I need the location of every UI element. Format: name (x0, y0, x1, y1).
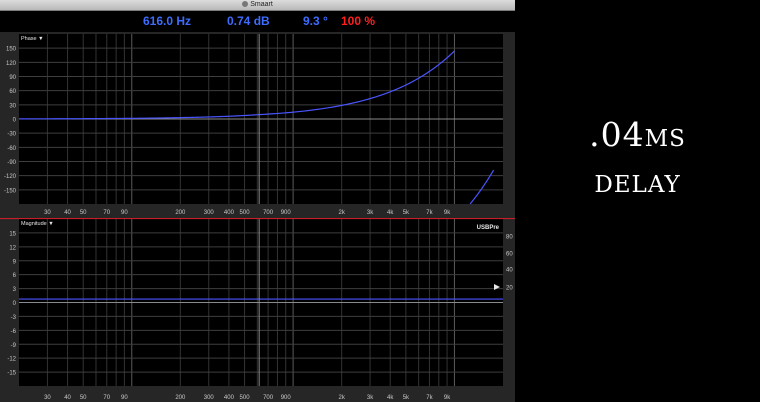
magnitude-x-tick-label: 30 (44, 395, 51, 401)
phase-x-tick-label: 30 (44, 210, 51, 216)
magnitude-x-tick-label: 300 (204, 395, 215, 401)
delay-caption: .04ms delay (515, 112, 760, 204)
magnitude-y-tick-label: 12 (9, 245, 16, 251)
phase-x-tick-label: 700 (263, 210, 274, 216)
phase-label: Phase ▼ (21, 36, 44, 42)
right-axis-tick-label: 20 (506, 286, 513, 292)
window-title: Smaart (250, 1, 273, 8)
magnitude-x-tick-label: 2k (338, 395, 345, 401)
window-title-wrap: Smaart (0, 0, 515, 10)
readout-frequency: 616.0 Hz (143, 14, 192, 28)
magnitude-y-tick-label: -6 (11, 329, 17, 335)
app-icon (242, 1, 249, 7)
magnitude-plot[interactable]: 15129630-3-6-9-12-1530 40 50 70 90 200 300 400 5… (0, 218, 515, 402)
smaart-window: Smaart 616.0 Hz 0.74 dB 9.3 ° 100 % 150 1… (0, 0, 515, 402)
delay-caption-label: delay (594, 161, 681, 200)
phase-x-tick-label: 7k (426, 210, 433, 216)
right-axis-tick-label: 80 (506, 235, 513, 241)
phase-x-tick-label: 70 (103, 210, 110, 216)
magnitude-y-tick-label: 15 (9, 231, 16, 237)
magnitude-x-tick-label: 4k (387, 395, 394, 401)
magnitude-x-tick-label: 900 (281, 395, 292, 401)
magnitude-y-tick-label: -9 (11, 343, 17, 349)
magnitude-x-tick-label: 400 (224, 395, 235, 401)
phase-y-tick-label: 30 (9, 103, 16, 109)
magnitude-x-tick-label: 3k (367, 395, 374, 401)
caption-panel: .04ms delay (515, 0, 760, 402)
magnitude-x-tick-label: 7k (426, 395, 433, 401)
phase-x-tick-label: 200 (175, 210, 186, 216)
magnitude-x-tick-label: 40 (64, 395, 71, 401)
phase-y-tick-label: -60 (7, 146, 16, 152)
title-bar: Smaart (0, 0, 515, 11)
phase-x-tick-label: 9k (444, 210, 451, 216)
phase-y-tick-label: -30 (7, 132, 16, 138)
magnitude-x-tick-label: 5k (403, 395, 410, 401)
phase-y-tick-label: -150 (4, 188, 17, 194)
phase-y-tick-label: 150 (6, 47, 17, 53)
magnitude-x-tick-label: 700 (263, 395, 274, 401)
phase-x-tick-label: 90 (121, 210, 128, 216)
phase-y-tick-label: -90 (7, 160, 16, 166)
phase-x-tick-label: 50 (80, 210, 87, 216)
phase-x-tick-label: 500 (240, 210, 251, 216)
phase-y-tick-label: 120 (6, 61, 17, 67)
phase-x-tick-label: 4k (387, 210, 394, 216)
magnitude-x-tick-label: 500 (240, 395, 251, 401)
readout-magnitude: 0.74 dB (227, 14, 270, 28)
magnitude-label: Magnitude ▼ (21, 221, 54, 227)
delay-caption-value: .04ms (589, 115, 686, 154)
phase-x-tick-label: 2k (338, 210, 345, 216)
phase-x-tick-label: 900 (281, 210, 292, 216)
phase-y-tick-label: 90 (9, 75, 16, 81)
device-label: USBPre (477, 225, 500, 231)
magnitude-x-tick-label: 200 (175, 395, 186, 401)
magnitude-x-tick-label: 50 (80, 395, 87, 401)
phase-x-tick-label: 300 (204, 210, 215, 216)
phase-y-tick-label: 60 (9, 89, 16, 95)
right-axis-tick-label: 60 (506, 252, 513, 258)
phase-y-tick-label: -120 (4, 174, 17, 180)
phase-x-tick-label: 40 (64, 210, 71, 216)
phase-plot[interactable]: 150 120 90 60 300 -30 -60 -90 -120 -150 30 40 50 70 90… (0, 32, 515, 218)
cursor-readout: 616.0 Hz 0.74 dB 9.3 ° 100 % (0, 11, 515, 32)
magnitude-x-tick-label: 70 (103, 395, 110, 401)
phase-x-tick-label: 400 (224, 210, 235, 216)
magnitude-y-tick-label: -12 (7, 357, 16, 363)
magnitude-y-tick-label: -15 (7, 371, 16, 377)
right-axis-tick-label: 40 (506, 268, 513, 274)
readout-phase: 9.3 ° (303, 14, 328, 28)
readout-coherence: 100 % (341, 14, 376, 28)
phase-x-tick-label: 3k (367, 210, 374, 216)
phase-x-tick-label: 5k (403, 210, 410, 216)
magnitude-y-tick-label: -3 (11, 315, 17, 321)
magnitude-x-tick-label: 90 (121, 395, 128, 401)
magnitude-x-tick-label: 9k (444, 395, 451, 401)
